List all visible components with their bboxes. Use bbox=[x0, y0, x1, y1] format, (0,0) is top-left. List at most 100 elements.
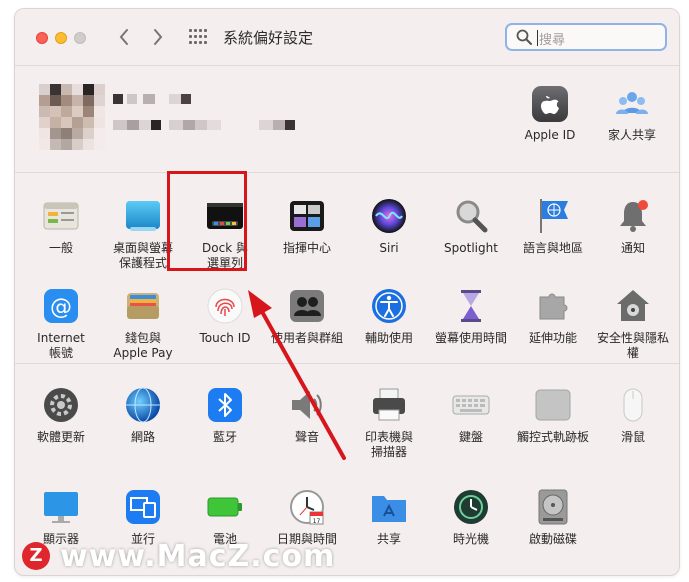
date-time-icon: 17 bbox=[288, 488, 326, 526]
general-label: 一般 bbox=[48, 241, 73, 255]
chevron-right-icon bbox=[154, 29, 163, 45]
internet-accounts-item[interactable]: @ Internet 帳號 bbox=[21, 287, 101, 361]
trackpad-label: 觸控式軌跡板 bbox=[516, 430, 589, 444]
avatar[interactable] bbox=[39, 84, 105, 150]
back-button[interactable] bbox=[111, 23, 137, 51]
watermark-text: www.MacZ.com bbox=[60, 538, 336, 574]
general-item[interactable]: 一般 bbox=[21, 197, 101, 256]
accessibility-label: 輔助使用 bbox=[364, 331, 413, 345]
network-item[interactable]: 網路 bbox=[103, 386, 183, 445]
trackpad-item[interactable]: 觸控式軌跡板 bbox=[513, 386, 593, 445]
bluetooth-label: 藍牙 bbox=[212, 430, 237, 444]
chevron-left-icon bbox=[119, 29, 128, 45]
search-icon bbox=[516, 29, 532, 45]
software-update-item[interactable]: 軟體更新 bbox=[21, 386, 101, 445]
software-update-label: 軟體更新 bbox=[36, 430, 85, 444]
system-preferences-window: 系統偏好設定 搜尋 Apple ID 家人共享 一般 桌面與螢幕 保護程式 Do… bbox=[14, 8, 680, 576]
dock-highlight-box bbox=[167, 171, 247, 271]
extensions-label: 延伸功能 bbox=[528, 331, 577, 345]
spotlight-item[interactable]: Spotlight bbox=[431, 197, 511, 256]
touch-id-item[interactable]: Touch ID bbox=[185, 287, 265, 346]
language-region-icon bbox=[534, 197, 572, 235]
startup-disk-item[interactable]: 啟動磁碟 bbox=[513, 488, 593, 547]
mouse-icon bbox=[614, 386, 652, 424]
apple-id-item[interactable]: Apple ID bbox=[515, 86, 585, 143]
svg-text:@: @ bbox=[50, 295, 72, 320]
spotlight-label: Spotlight bbox=[444, 241, 498, 255]
family-sharing-item[interactable]: 家人共享 bbox=[597, 86, 667, 143]
sharing-item[interactable]: 共享 bbox=[349, 488, 429, 547]
printers-scanners-label: 印表機與 掃描器 bbox=[364, 430, 413, 459]
search-input[interactable]: 搜尋 bbox=[505, 23, 667, 51]
notifications-label: 通知 bbox=[620, 241, 645, 255]
desktop-screensaver-icon bbox=[124, 197, 162, 235]
user-section: Apple ID 家人共享 bbox=[15, 66, 679, 173]
wallet-label: 錢包與 Apple Pay bbox=[113, 331, 173, 360]
extensions-item[interactable]: 延伸功能 bbox=[513, 287, 593, 346]
language-region-item[interactable]: 語言與地區 bbox=[513, 197, 593, 256]
users-groups-item[interactable]: 使用者與群組 bbox=[267, 287, 347, 346]
mouse-label: 滑鼠 bbox=[620, 430, 645, 444]
siri-item[interactable]: Siri bbox=[349, 197, 429, 256]
keyboard-icon bbox=[452, 386, 490, 424]
trackpad-icon bbox=[534, 386, 572, 424]
extensions-icon bbox=[534, 287, 572, 325]
time-machine-item[interactable]: 時光機 bbox=[431, 488, 511, 547]
keyboard-label: 鍵盤 bbox=[458, 430, 483, 444]
wallet-item[interactable]: 錢包與 Apple Pay bbox=[103, 287, 183, 361]
mission-control-item[interactable]: 指揮中心 bbox=[267, 197, 347, 256]
sound-label: 聲音 bbox=[294, 430, 319, 444]
sidecar-icon bbox=[124, 488, 162, 526]
security-privacy-item[interactable]: 安全性與隱私權 bbox=[593, 287, 673, 361]
bluetooth-icon bbox=[206, 386, 244, 424]
sound-item[interactable]: 聲音 bbox=[267, 386, 347, 445]
internet-accounts-icon: @ bbox=[42, 287, 80, 325]
show-all-grid-icon[interactable] bbox=[189, 29, 207, 45]
mouse-item[interactable]: 滑鼠 bbox=[593, 386, 673, 445]
keyboard-item[interactable]: 鍵盤 bbox=[431, 386, 511, 445]
security-privacy-label: 安全性與隱私權 bbox=[596, 331, 669, 360]
touch-id-label: Touch ID bbox=[199, 331, 251, 345]
family-sharing-icon bbox=[614, 86, 650, 122]
sharing-label: 共享 bbox=[376, 532, 401, 546]
spotlight-icon bbox=[452, 197, 490, 235]
displays-icon bbox=[42, 488, 80, 526]
general-icon bbox=[42, 197, 80, 235]
family-sharing-label: 家人共享 bbox=[607, 128, 656, 142]
touch-id-icon bbox=[206, 287, 244, 325]
apple-id-label: Apple ID bbox=[524, 128, 576, 142]
language-region-label: 語言與地區 bbox=[522, 241, 583, 255]
forward-button[interactable] bbox=[145, 23, 171, 51]
users-groups-label: 使用者與群組 bbox=[270, 331, 343, 345]
printers-scanners-item[interactable]: 印表機與 掃描器 bbox=[349, 386, 429, 460]
apple-id-icon bbox=[532, 86, 568, 122]
close-window-button[interactable] bbox=[36, 32, 48, 44]
zoom-window-button[interactable] bbox=[74, 32, 86, 44]
toolbar: 系統偏好設定 搜尋 bbox=[15, 9, 679, 66]
bluetooth-item[interactable]: 藍牙 bbox=[185, 386, 265, 445]
minimize-window-button[interactable] bbox=[55, 32, 67, 44]
security-privacy-icon bbox=[614, 287, 652, 325]
software-update-icon bbox=[42, 386, 80, 424]
mission-control-icon bbox=[288, 197, 326, 235]
internet-accounts-label: Internet 帳號 bbox=[37, 331, 85, 360]
screen-time-label: 螢幕使用時間 bbox=[434, 331, 507, 345]
users-groups-icon bbox=[288, 287, 326, 325]
screen-time-item[interactable]: 螢幕使用時間 bbox=[431, 287, 511, 346]
wallet-icon bbox=[124, 287, 162, 325]
screen-time-icon bbox=[452, 287, 490, 325]
printers-scanners-icon bbox=[370, 386, 408, 424]
accessibility-item[interactable]: 輔助使用 bbox=[349, 287, 429, 346]
siri-icon bbox=[370, 197, 408, 235]
watermark-badge: Z bbox=[22, 542, 50, 570]
accessibility-icon bbox=[370, 287, 408, 325]
mission-control-label: 指揮中心 bbox=[282, 241, 331, 255]
time-machine-label: 時光機 bbox=[452, 532, 489, 546]
time-machine-icon bbox=[452, 488, 490, 526]
siri-label: Siri bbox=[379, 241, 399, 255]
sound-icon bbox=[288, 386, 326, 424]
notifications-item[interactable]: 通知 bbox=[593, 197, 673, 256]
notifications-icon bbox=[614, 197, 652, 235]
watermark: Z www.MacZ.com bbox=[22, 538, 335, 574]
personal-preferences-section: 一般 桌面與螢幕 保護程式 Dock 與 選單列 指揮中心 Siri Spotl… bbox=[15, 173, 679, 364]
